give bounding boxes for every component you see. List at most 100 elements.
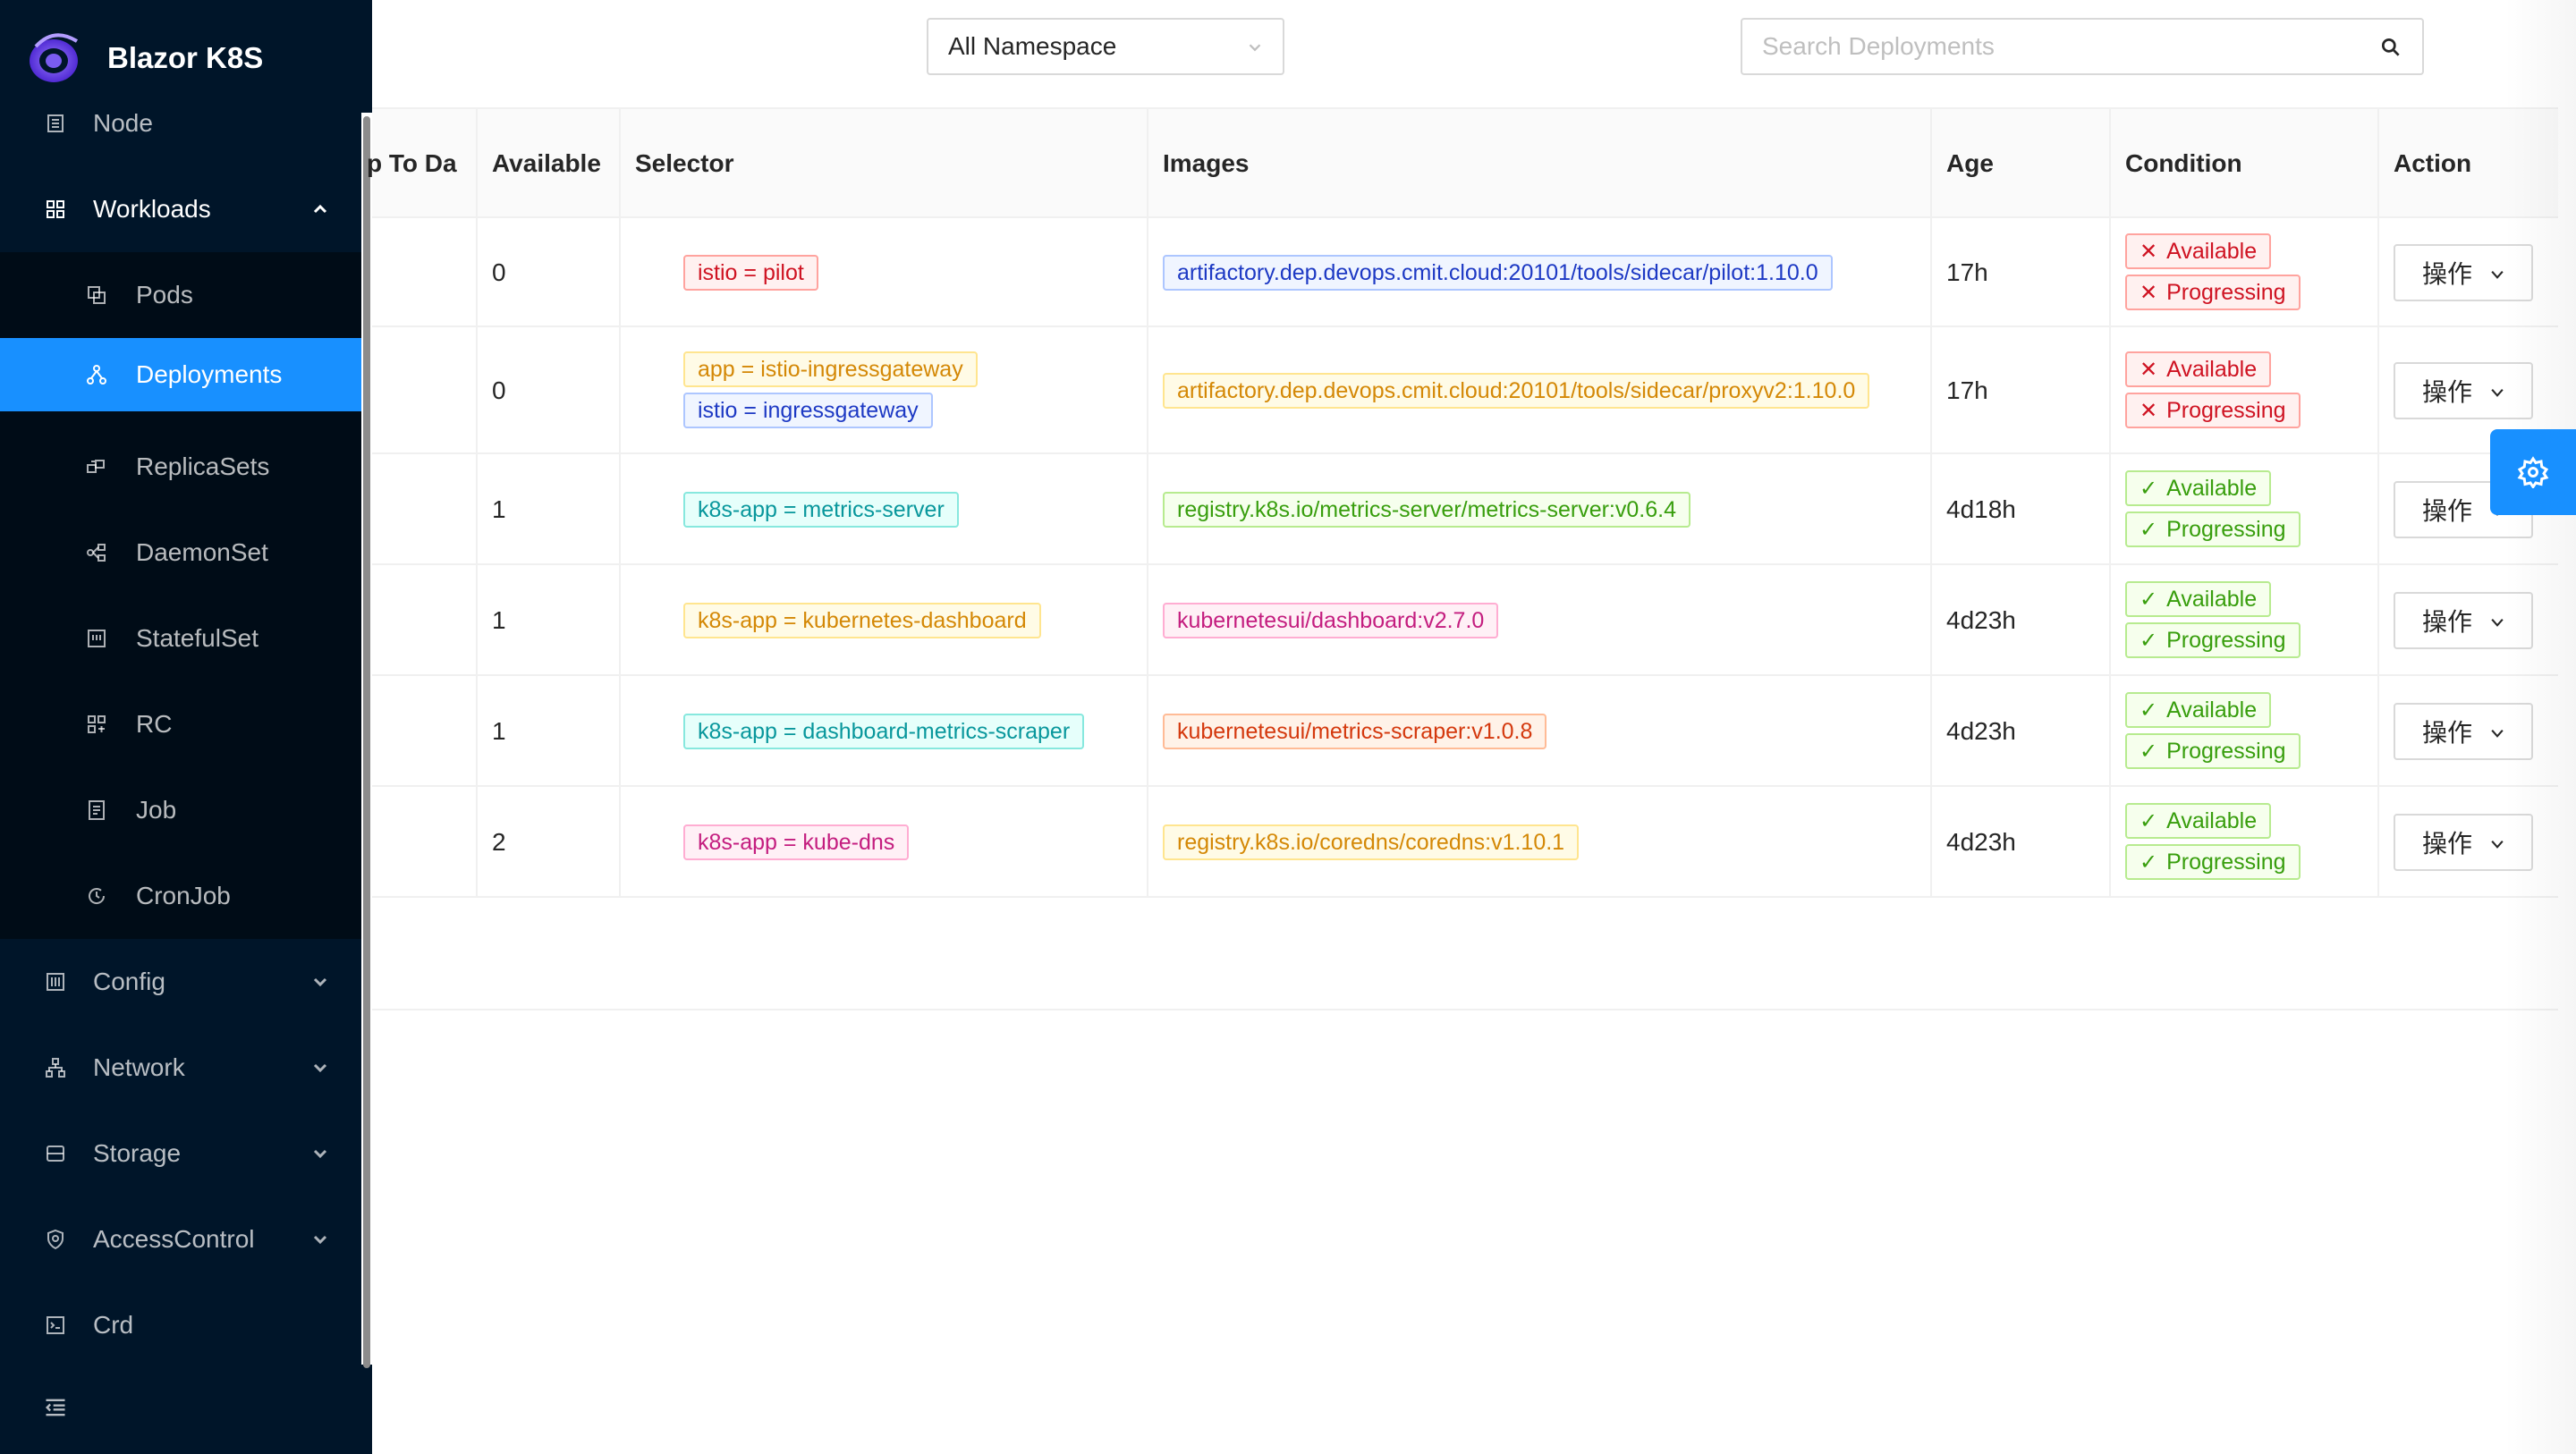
sidebar-item-cronjob[interactable]: CronJob (0, 853, 361, 939)
sidebar-item-label: RC (136, 710, 173, 738)
column-divider (619, 107, 621, 898)
column-header-condition: Condition (2125, 149, 2242, 177)
column-divider (1930, 107, 1932, 898)
condition-label: Progressing (2166, 849, 2286, 875)
sidebar-item-network[interactable]: Network (0, 1025, 361, 1111)
check-icon: ✓ (2140, 517, 2158, 542)
sidebar-item-workloads[interactable]: Workloads (0, 166, 361, 252)
condition-tag: ✕ Available (2125, 233, 2272, 269)
search-icon[interactable] (2379, 36, 2402, 59)
chevron-down-icon (2491, 388, 2504, 397)
namespace-select[interactable]: All Namespace (927, 18, 1284, 75)
image-tag: artifactory.dep.devops.cmit.cloud:20101/… (1163, 373, 1870, 409)
age-value: 4d23h (1946, 606, 2016, 634)
chevron-down-icon (313, 977, 327, 987)
condition-label: Progressing (2166, 397, 2286, 423)
table-row: 0 app = istio-ingressgateway istio = ingre… (372, 327, 2558, 454)
sidebar-scrollbar[interactable] (361, 113, 372, 1368)
sidebar-item-label: Pods (136, 281, 193, 309)
sidebar-item-replicasets[interactable]: ReplicaSets (0, 424, 361, 510)
sidebar-item-config[interactable]: Config (0, 939, 361, 1025)
pods-icon (88, 286, 106, 304)
settings-button[interactable] (2490, 429, 2576, 515)
chevron-down-icon (1249, 44, 1261, 52)
age-value: 17h (1946, 376, 1988, 404)
action-label: 操作 (2422, 260, 2473, 288)
storage-icon (47, 1145, 64, 1162)
action-label: 操作 (2422, 378, 2473, 406)
appstore-icon (47, 200, 64, 218)
selector-tag: k8s-app = dashboard-metrics-scraper (683, 714, 1085, 749)
action-label: 操作 (2422, 830, 2473, 858)
available-count: 1 (492, 717, 506, 745)
rc-icon (88, 715, 106, 733)
sidebar-item-crd[interactable]: Crd (0, 1282, 361, 1368)
selector-tag: istio = pilot (683, 255, 818, 291)
sidebar: Blazor K8S Node Workloads Pods Deploymen… (0, 0, 372, 1454)
sidebar-item-node[interactable]: Node (0, 80, 361, 166)
search-input[interactable] (1762, 30, 2352, 63)
image-tag: kubernetesui/metrics-scraper:v1.0.8 (1163, 714, 1547, 749)
age-value: 17h (1946, 258, 1988, 286)
action-dropdown-button[interactable]: 操作 (2394, 814, 2533, 871)
action-dropdown-button[interactable]: 操作 (2394, 362, 2533, 419)
condition-tag: ✓ Available (2125, 581, 2272, 617)
sidebar-item-deployments[interactable]: Deployments (0, 338, 361, 411)
deployment-icon (87, 365, 106, 385)
code-icon (47, 1316, 64, 1334)
column-divider (476, 107, 478, 898)
node-icon (47, 114, 64, 132)
sidebar-item-label: Deployments (136, 360, 283, 388)
scrollbar-thumb[interactable] (363, 116, 370, 1368)
check-icon: ✓ (2140, 587, 2158, 612)
available-count: 0 (492, 376, 506, 404)
network-icon (46, 1058, 65, 1078)
sidebar-item-rc[interactable]: RC (0, 681, 361, 767)
sidebar-item-pods[interactable]: Pods (0, 252, 361, 338)
sidebar-item-job[interactable]: Job (0, 767, 361, 853)
check-icon: ✓ (2140, 697, 2158, 723)
sidebar-item-statefulset[interactable]: StatefulSet (0, 596, 361, 681)
sidebar-item-accesscontrol[interactable]: AccessControl (0, 1196, 361, 1282)
condition-tag: ✓ Available (2125, 470, 2272, 506)
search-box[interactable] (1741, 18, 2424, 75)
check-icon: ✓ (2140, 739, 2158, 764)
chevron-down-icon (2491, 270, 2504, 279)
action-dropdown-button[interactable]: 操作 (2394, 703, 2533, 760)
app-title: Blazor K8S (107, 41, 264, 74)
available-count: 2 (492, 828, 506, 856)
condition-label: Available (2166, 238, 2258, 264)
column-divider (2377, 107, 2379, 898)
chevron-down-icon (313, 1063, 327, 1073)
table-row: 1 k8s-app = kubernetes-dashboard kubernete… (372, 565, 2558, 676)
action-label: 操作 (2422, 719, 2473, 747)
gear-icon (2517, 456, 2549, 488)
column-divider (2109, 107, 2111, 898)
condition-tag: ✓ Progressing (2125, 622, 2301, 658)
condition-tag: ✕ Progressing (2125, 393, 2301, 428)
close-icon: ✕ (2140, 239, 2158, 264)
sidebar-item-label: CronJob (136, 882, 231, 909)
condition-label: Available (2166, 475, 2258, 501)
age-value: 4d23h (1946, 717, 2016, 745)
menu-fold-icon[interactable] (43, 1395, 68, 1420)
sidebar-item-daemonset[interactable]: DaemonSet (0, 510, 361, 596)
condition-label: Progressing (2166, 738, 2286, 764)
column-header-action: Action (2394, 149, 2472, 177)
selector-tag: app = istio-ingressgateway (683, 351, 978, 387)
sidebar-item-label: Network (93, 1053, 185, 1081)
condition-label: Available (2166, 807, 2258, 833)
close-icon: ✕ (2140, 398, 2158, 423)
sidebar-item-storage[interactable]: Storage (0, 1111, 361, 1196)
condition-tag: ✓ Progressing (2125, 511, 2301, 547)
available-count: 1 (492, 606, 506, 634)
blazor-logo-icon (30, 33, 79, 82)
column-header-images: Images (1163, 149, 1250, 177)
sidebar-item-label: Node (93, 109, 153, 137)
action-label: 操作 (2422, 608, 2473, 636)
sidebar-item-label: Job (136, 796, 177, 824)
action-dropdown-button[interactable]: 操作 (2394, 244, 2533, 301)
action-dropdown-button[interactable]: 操作 (2394, 592, 2533, 649)
available-count: 1 (492, 495, 506, 523)
check-icon: ✓ (2140, 850, 2158, 875)
